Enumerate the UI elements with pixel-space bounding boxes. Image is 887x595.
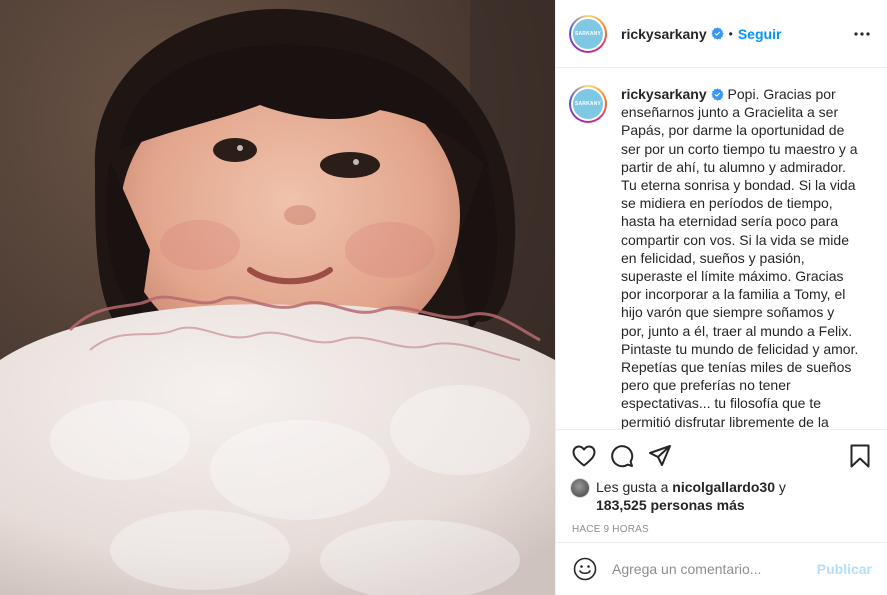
share-button[interactable] xyxy=(646,442,674,470)
likes-text: Les gusta a nicolgallardo30 y 183,525 pe… xyxy=(596,478,786,514)
emoji-icon xyxy=(573,557,597,581)
save-button[interactable] xyxy=(846,442,874,470)
likes-count[interactable]: 183,525 personas más xyxy=(596,497,745,513)
verified-badge-icon xyxy=(711,27,724,40)
liker-avatar[interactable] xyxy=(570,478,590,498)
header-username[interactable]: rickysarkany xyxy=(621,26,707,42)
bookmark-icon xyxy=(850,444,870,468)
post-timestamp[interactable]: HACE 9 HORAS xyxy=(556,514,887,535)
caption-avatar[interactable]: SARKANY xyxy=(569,85,607,123)
child-photo-illustration xyxy=(0,0,555,595)
comment-input[interactable] xyxy=(612,561,817,577)
likes-prefix: Les gusta a xyxy=(596,479,673,495)
comment-icon xyxy=(611,445,634,468)
avatar[interactable]: SARKANY xyxy=(569,14,607,53)
more-horizontal-icon xyxy=(854,31,870,36)
caption-username[interactable]: rickysarkany xyxy=(621,86,707,102)
liker-username[interactable]: nicolgallardo30 xyxy=(672,479,775,495)
like-button[interactable] xyxy=(570,442,598,470)
caption-text: Popi. Gracias por enseñarnos junto a Gra… xyxy=(621,86,859,429)
verified-badge-icon xyxy=(711,88,724,101)
publish-button[interactable]: Publicar xyxy=(817,561,872,577)
comment-button[interactable] xyxy=(608,442,636,470)
post-photo[interactable] xyxy=(0,0,555,595)
likes-summary: Les gusta a nicolgallardo30 y 183,525 pe… xyxy=(556,478,887,514)
caption-comment: SARKANY rickysarkany Popi. Gracias por e… xyxy=(569,85,875,429)
likes-joiner: y xyxy=(774,479,786,495)
avatar-image: SARKANY xyxy=(571,87,605,121)
post-header: SARKANY rickysarkany • Seguir xyxy=(556,0,887,68)
add-comment-bar: Publicar xyxy=(556,542,887,595)
follow-button[interactable]: Seguir xyxy=(738,26,782,42)
share-icon xyxy=(649,445,671,466)
post-side-panel: SARKANY rickysarkany • Seguir SARKANY ri… xyxy=(555,0,887,595)
emoji-button[interactable] xyxy=(572,556,598,582)
more-options-button[interactable] xyxy=(850,22,874,46)
avatar-image: SARKANY xyxy=(571,16,605,51)
comments-list[interactable]: SARKANY rickysarkany Popi. Gracias por e… xyxy=(556,69,887,429)
action-bar xyxy=(556,430,887,478)
separator-dot: • xyxy=(728,26,733,41)
caption-body: rickysarkany Popi. Gracias por enseñarno… xyxy=(621,85,861,429)
post-footer: Les gusta a nicolgallardo30 y 183,525 pe… xyxy=(556,429,887,535)
heart-icon xyxy=(572,445,596,467)
